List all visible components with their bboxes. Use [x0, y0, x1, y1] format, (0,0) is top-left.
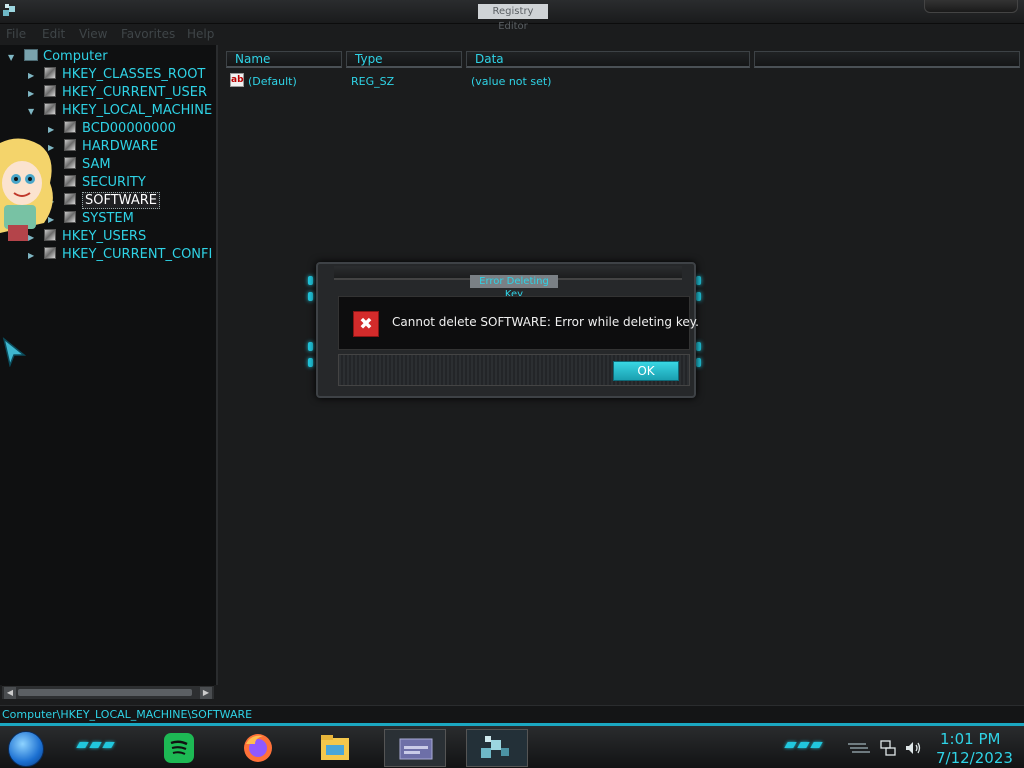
window-preview-icon: [399, 738, 433, 760]
status-path: Computer\HKEY_LOCAL_MACHINE\SOFTWARE: [2, 708, 253, 721]
dialog-led-icon: [308, 358, 313, 367]
folder-icon: [44, 85, 56, 97]
taskbar-led-icon: [784, 742, 797, 748]
mouse-cursor-icon: [2, 337, 26, 367]
taskbar-window-preview[interactable]: [384, 729, 446, 767]
start-button[interactable]: [8, 731, 44, 767]
column-header-data[interactable]: Data: [466, 51, 750, 68]
menu-help[interactable]: Help: [187, 27, 214, 41]
collapse-arrow-icon[interactable]: ▼: [28, 107, 37, 116]
taskbar-led-icon: [102, 742, 115, 748]
expand-arrow-icon[interactable]: ▶: [28, 71, 37, 80]
dialog-footer: OK: [338, 354, 690, 386]
expand-arrow-icon[interactable]: ▶: [28, 89, 37, 98]
taskbar-led-icon: [810, 742, 823, 748]
folder-icon: [64, 121, 76, 133]
scroll-left-arrow-icon[interactable]: ◀: [4, 687, 16, 699]
computer-icon: [24, 49, 38, 61]
tree-item-label: BCD00000000: [82, 121, 176, 136]
taskbar-registry-editor[interactable]: [466, 729, 528, 767]
dialog-led-icon: [696, 292, 701, 301]
ok-button[interactable]: OK: [613, 361, 679, 381]
tree-item-label: HARDWARE: [82, 139, 158, 154]
dialog-led-icon: [696, 276, 701, 285]
spotify-icon[interactable]: [162, 732, 196, 764]
folder-icon: [44, 67, 56, 79]
tree-item-label: HKEY_CURRENT_CONFI: [62, 247, 213, 262]
folder-icon: [44, 103, 56, 115]
show-desktop-icon[interactable]: [848, 742, 870, 754]
tree-item-hkey-local-machine[interactable]: ▼ HKEY_LOCAL_MACHINE: [28, 102, 212, 120]
tree-item-label: Computer: [43, 49, 108, 64]
tree-item-system[interactable]: ▶ SYSTEM: [48, 210, 134, 228]
firefox-icon[interactable]: [241, 732, 275, 764]
status-bar: Computer\HKEY_LOCAL_MACHINE\SOFTWARE: [0, 705, 1024, 723]
dialog-led-icon: [696, 342, 701, 351]
tree-item-computer[interactable]: ▼ Computer: [8, 48, 108, 66]
menu-favorites[interactable]: Favorites: [121, 27, 175, 41]
dialog-led-icon: [308, 292, 313, 301]
folder-icon: [64, 193, 76, 205]
value-type: REG_SZ: [351, 75, 395, 88]
volume-icon[interactable]: [904, 740, 922, 756]
registry-editor-icon: [3, 4, 15, 16]
window-controls[interactable]: [924, 0, 1018, 13]
tree-item-label: SAM: [82, 157, 111, 172]
column-header-empty: [754, 51, 1020, 68]
folder-icon: [64, 139, 76, 151]
tree-item-hkey-current-user[interactable]: ▶ HKEY_CURRENT_USER: [28, 84, 207, 102]
menu-edit[interactable]: Edit: [42, 27, 65, 41]
tree-item-label-selected: SOFTWARE: [82, 192, 160, 209]
taskbar-led-icon: [89, 742, 102, 748]
tree-item-label: HKEY_CURRENT_USER: [62, 85, 208, 100]
tree-item-label: SECURITY: [82, 175, 146, 190]
error-icon: ✖: [353, 311, 379, 337]
scrollbar-thumb[interactable]: [18, 689, 192, 696]
tree-item-bcd[interactable]: ▶ BCD00000000: [48, 120, 176, 138]
menu-view[interactable]: View: [79, 27, 107, 41]
value-name[interactable]: (Default): [248, 75, 297, 88]
tree-item-label: HKEY_USERS: [62, 229, 147, 244]
tree-item-hardware[interactable]: ▶ HARDWARE: [48, 138, 158, 156]
column-header-type[interactable]: Type: [346, 51, 462, 68]
tree-item-label: HKEY_LOCAL_MACHINE: [62, 103, 213, 118]
scroll-right-arrow-icon[interactable]: ▶: [200, 687, 212, 699]
tree-item-security[interactable]: SECURITY: [48, 174, 146, 192]
string-value-icon: ab: [230, 73, 244, 87]
clock-time[interactable]: 1:01 PM: [940, 730, 1000, 748]
file-explorer-icon[interactable]: [318, 732, 352, 764]
dialog-frame: Error Deleting Key ✖ Cannot delete SOFTW…: [316, 262, 699, 398]
folder-icon: [64, 211, 76, 223]
network-icon[interactable]: [880, 740, 896, 756]
registry-tree[interactable]: ▼ Computer ▶ HKEY_CLASSES_ROOT ▶ HKEY_CU…: [0, 45, 218, 685]
cartoon-character-sticker: [0, 138, 53, 241]
tree-item-hkey-classes-root[interactable]: ▶ HKEY_CLASSES_ROOT: [28, 66, 205, 84]
clock-date[interactable]: 7/12/2023: [936, 749, 1013, 767]
tree-item-label: HKEY_CLASSES_ROOT: [62, 67, 206, 82]
dialog-led-icon: [696, 358, 701, 367]
error-dialog: Error Deleting Key ✖ Cannot delete SOFTW…: [308, 262, 704, 400]
taskbar-led-icon: [76, 742, 89, 748]
value-data: (value not set): [471, 75, 552, 88]
dialog-message: Cannot delete SOFTWARE: Error while dele…: [392, 315, 699, 329]
tree-item-software[interactable]: ▶ SOFTWARE: [48, 192, 160, 210]
taskbar: 1:01 PM 7/12/2023: [0, 723, 1024, 768]
dialog-led-icon: [308, 276, 313, 285]
menu-file[interactable]: File: [6, 27, 26, 41]
tree-horizontal-scrollbar[interactable]: ◀ ▶: [2, 685, 214, 699]
dialog-body: ✖ Cannot delete SOFTWARE: Error while de…: [338, 296, 699, 350]
dialog-led-icon: [308, 342, 313, 351]
window-title: Registry Editor: [478, 4, 548, 32]
dialog-title: Error Deleting Key: [470, 275, 558, 300]
tree-item-label: SYSTEM: [82, 211, 134, 226]
taskbar-led-icon: [797, 742, 810, 748]
expand-arrow-icon[interactable]: ▼: [8, 53, 17, 62]
column-header-name[interactable]: Name: [226, 51, 342, 68]
folder-icon: [64, 175, 76, 187]
title-bar: Registry Editor: [0, 0, 1024, 32]
registry-editor-icon: [481, 736, 509, 758]
folder-icon: [64, 157, 76, 169]
menu-bar: File Edit View Favorites Help: [0, 25, 1024, 45]
